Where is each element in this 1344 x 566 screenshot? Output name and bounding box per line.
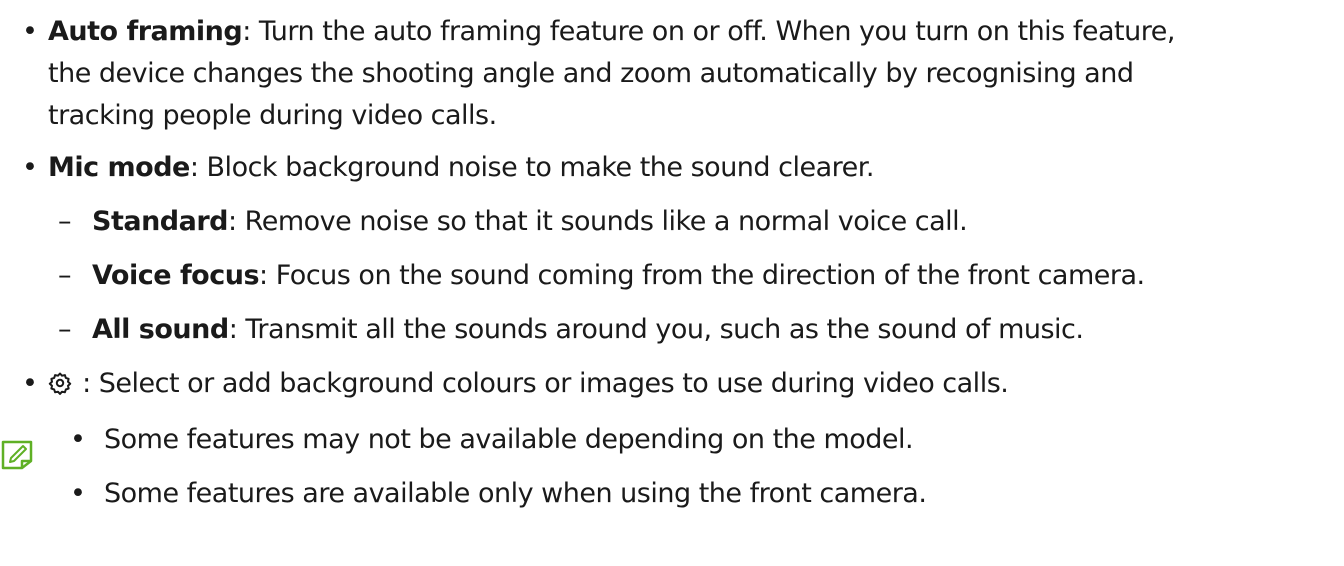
bullet: •: [70, 478, 86, 509]
term-all-sound: All sound: [92, 314, 229, 345]
item-text: : Block background noise to make the sou…: [189, 152, 875, 183]
sub-item-all-sound: All sound: Transmit all the sounds aroun…: [92, 310, 1084, 350]
term-voice-focus: Voice focus: [92, 260, 260, 291]
term-auto-framing: Auto framing: [48, 16, 243, 47]
item-text: : Select or add background colours or im…: [74, 368, 1009, 399]
list-item-background-settings: : Select or add background colours or im…: [48, 364, 1009, 404]
bullet: •: [22, 152, 38, 183]
sub-item-text: : Remove noise so that it sounds like a …: [227, 206, 968, 237]
item-text-continued: tracking people during video calls.: [48, 100, 497, 131]
dash: –: [58, 260, 72, 291]
dash: –: [58, 206, 72, 237]
gear-icon: [48, 372, 72, 395]
note-item: Some features may not be available depen…: [104, 424, 914, 455]
bullet: •: [22, 368, 38, 399]
item-text: : Turn the auto framing feature on or of…: [242, 16, 1175, 47]
bullet: •: [70, 424, 86, 455]
note-item: Some features are available only when us…: [104, 478, 927, 509]
list-item-mic-mode: Mic mode: Block background noise to make…: [48, 148, 874, 188]
term-standard: Standard: [92, 206, 228, 237]
list-item-auto-framing: Auto framing: Turn the auto framing feat…: [48, 12, 1175, 52]
term-mic-mode: Mic mode: [48, 152, 190, 183]
note-pencil-icon: [1, 440, 33, 470]
sub-item-voice-focus: Voice focus: Focus on the sound coming f…: [92, 256, 1145, 296]
sub-item-text: : Focus on the sound coming from the dir…: [259, 260, 1145, 291]
bullet: •: [22, 16, 38, 47]
document-body: • Auto framing: Turn the auto framing fe…: [0, 0, 1344, 566]
sub-item-text: : Transmit all the sounds around you, su…: [228, 314, 1084, 345]
dash: –: [58, 314, 72, 345]
item-text-continued: the device changes the shooting angle an…: [48, 58, 1134, 89]
sub-item-standard: Standard: Remove noise so that it sounds…: [92, 202, 968, 242]
